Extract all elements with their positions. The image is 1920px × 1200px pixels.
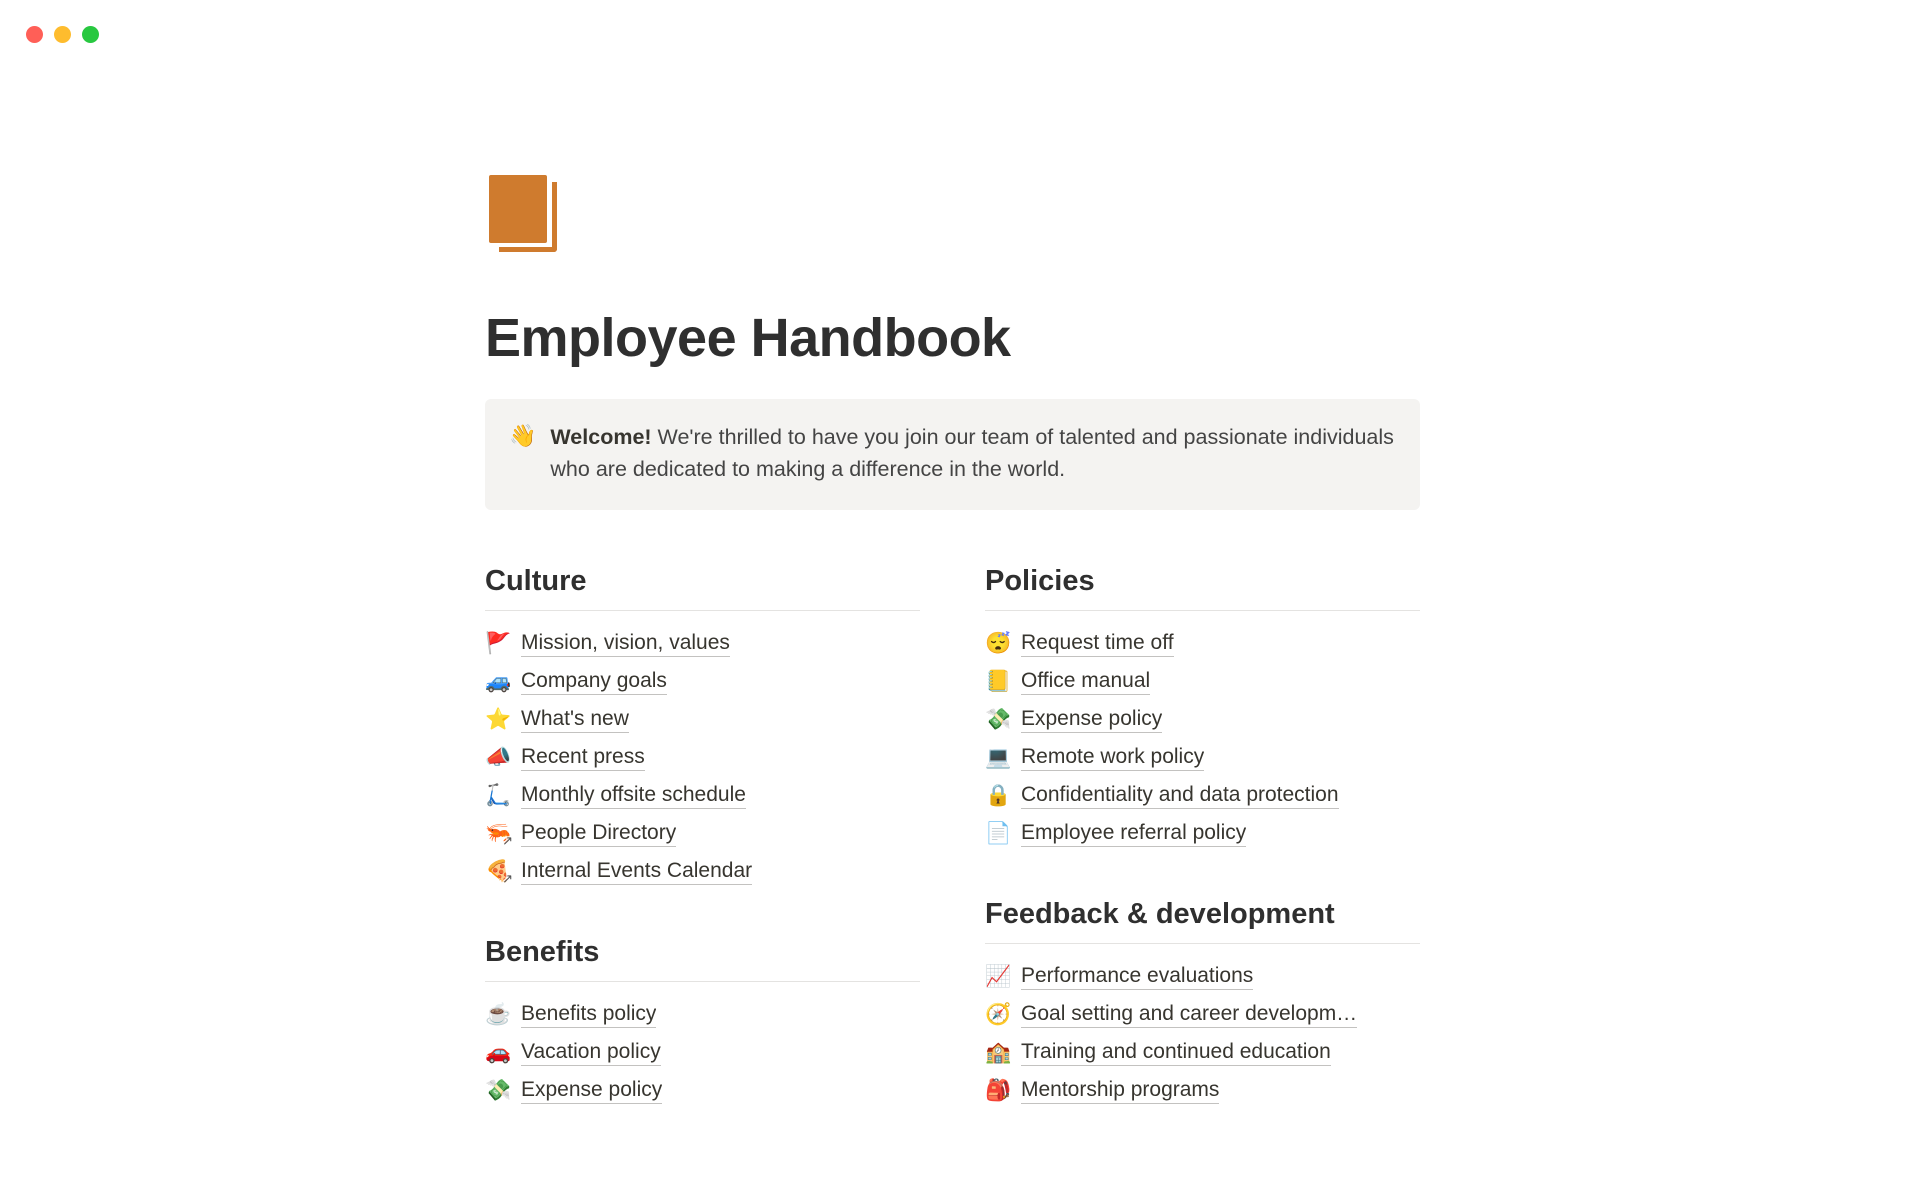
page-content: Employee Handbook 👋 Welcome! We're thril… — [485, 175, 1420, 1155]
link-request-time-off[interactable]: 😴 Request time off — [985, 625, 1420, 663]
link-monthly-offsite-schedule[interactable]: 🛴 Monthly offsite schedule — [485, 777, 920, 815]
item-icon: 📒 — [985, 671, 1009, 692]
item-label: Company goals — [521, 669, 667, 695]
section-culture: Culture 🚩 Mission, vision, values 🚙 Company … — [485, 565, 920, 891]
item-label: Monthly offsite schedule — [521, 783, 746, 809]
item-icon: 📈 — [985, 966, 1009, 987]
section-heading: Benefits — [485, 936, 920, 982]
callout-text: Welcome! We're thrilled to have you join… — [550, 421, 1394, 486]
item-label: Benefits policy — [521, 1002, 656, 1028]
close-window-dot[interactable] — [26, 26, 43, 43]
item-label: Performance evaluations — [1021, 964, 1253, 990]
item-label: Office manual — [1021, 669, 1150, 695]
item-label: Expense policy — [1021, 707, 1162, 733]
item-label: Mentorship programs — [1021, 1078, 1219, 1104]
item-icon: 🦐↗ — [485, 823, 509, 844]
item-icon: ☕ — [485, 1004, 509, 1025]
minimize-window-dot[interactable] — [54, 26, 71, 43]
item-label: Vacation policy — [521, 1040, 661, 1066]
item-icon: 🏫 — [985, 1042, 1009, 1063]
item-icon: 💸 — [485, 1080, 509, 1101]
item-label: People Directory — [521, 821, 676, 847]
item-icon: 🚗 — [485, 1042, 509, 1063]
item-icon: 🚙 — [485, 671, 509, 692]
link-internal-events-calendar[interactable]: 🍕↗ Internal Events Calendar — [485, 853, 920, 891]
section-policies: Policies 😴 Request time off 📒 Office manual 💸… — [985, 565, 1420, 853]
item-label: Training and continued education — [1021, 1040, 1331, 1066]
window-traffic-lights — [26, 26, 99, 43]
item-icon: ⭐ — [485, 709, 509, 730]
link-remote-work-policy[interactable]: 💻 Remote work policy — [985, 739, 1420, 777]
section-heading: Culture — [485, 565, 920, 611]
link-arrow-icon: ↗ — [502, 872, 513, 885]
link-goal-setting-and-career-developm[interactable]: 🧭 Goal setting and career developm… — [985, 996, 1420, 1034]
item-icon: 🚩 — [485, 633, 509, 654]
item-icon: 🧭 — [985, 1004, 1009, 1025]
link-expense-policy[interactable]: 💸 Expense policy — [985, 701, 1420, 739]
link-mission-vision-values[interactable]: 🚩 Mission, vision, values — [485, 625, 920, 663]
item-label: Remote work policy — [1021, 745, 1204, 771]
welcome-callout: 👋 Welcome! We're thrilled to have you jo… — [485, 399, 1420, 510]
item-icon: 🛴 — [485, 785, 509, 806]
wave-icon: 👋 — [509, 421, 536, 486]
item-icon: 🔒 — [985, 785, 1009, 806]
item-icon: 🎒 — [985, 1080, 1009, 1101]
link-training-and-continued-education[interactable]: 🏫 Training and continued education — [985, 1034, 1420, 1072]
link-expense-policy[interactable]: 💸 Expense policy — [485, 1072, 920, 1110]
page-icon-book[interactable] — [489, 175, 557, 252]
item-icon: 🍕↗ — [485, 861, 509, 882]
item-label: Request time off — [1021, 631, 1174, 657]
item-label: What's new — [521, 707, 629, 733]
link-performance-evaluations[interactable]: 📈 Performance evaluations — [985, 958, 1420, 996]
link-vacation-policy[interactable]: 🚗 Vacation policy — [485, 1034, 920, 1072]
maximize-window-dot[interactable] — [82, 26, 99, 43]
section-feedback-development: Feedback & development 📈 Performance evalu… — [985, 898, 1420, 1110]
link-company-goals[interactable]: 🚙 Company goals — [485, 663, 920, 701]
link-people-directory[interactable]: 🦐↗ People Directory — [485, 815, 920, 853]
link-office-manual[interactable]: 📒 Office manual — [985, 663, 1420, 701]
item-icon: 📣 — [485, 747, 509, 768]
item-label: Recent press — [521, 745, 645, 771]
right-column: Policies 😴 Request time off 📒 Office manual 💸… — [985, 565, 1420, 1155]
link-recent-press[interactable]: 📣 Recent press — [485, 739, 920, 777]
section-heading: Policies — [985, 565, 1420, 611]
section-benefits: Benefits ☕ Benefits policy 🚗 Vacation policy… — [485, 936, 920, 1110]
item-icon: 📄 — [985, 823, 1009, 844]
link-benefits-policy[interactable]: ☕ Benefits policy — [485, 996, 920, 1034]
item-label: Mission, vision, values — [521, 631, 730, 657]
item-icon: 💻 — [985, 747, 1009, 768]
item-label: Expense policy — [521, 1078, 662, 1104]
item-label: Confidentiality and data protection — [1021, 783, 1339, 809]
link-what-s-new[interactable]: ⭐ What's new — [485, 701, 920, 739]
link-confidentiality-and-data-protection[interactable]: 🔒 Confidentiality and data protection — [985, 777, 1420, 815]
link-mentorship-programs[interactable]: 🎒 Mentorship programs — [985, 1072, 1420, 1110]
item-label: Internal Events Calendar — [521, 859, 752, 885]
left-column: Culture 🚩 Mission, vision, values 🚙 Company … — [485, 565, 920, 1155]
item-label: Employee referral policy — [1021, 821, 1246, 847]
item-label: Goal setting and career developm… — [1021, 1002, 1357, 1028]
section-heading: Feedback & development — [985, 898, 1420, 944]
item-icon: 💸 — [985, 709, 1009, 730]
item-icon: 😴 — [985, 633, 1009, 654]
link-employee-referral-policy[interactable]: 📄 Employee referral policy — [985, 815, 1420, 853]
page-title: Employee Handbook — [485, 307, 1420, 369]
link-arrow-icon: ↗ — [502, 834, 513, 847]
